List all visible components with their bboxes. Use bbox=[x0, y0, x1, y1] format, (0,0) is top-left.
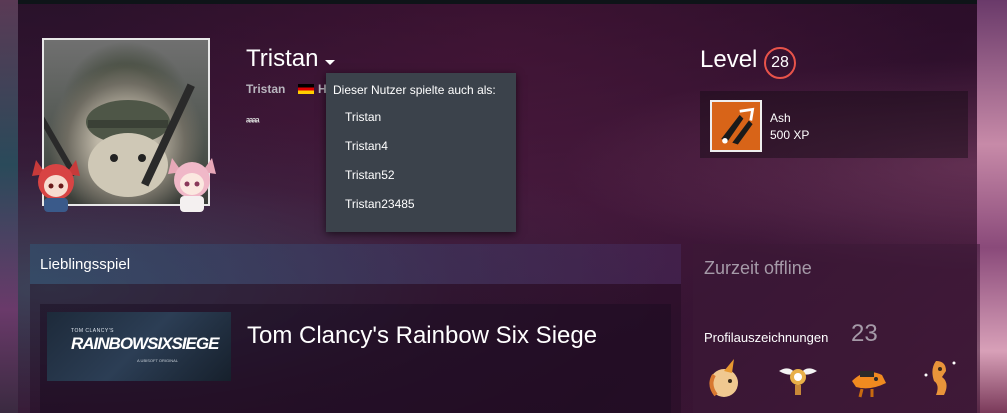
favorite-game-label: Lieblingsspiel bbox=[40, 256, 131, 273]
capsule-sub-text: A UBISOFT ORIGINAL bbox=[137, 358, 179, 363]
alias-item: Tristan bbox=[345, 110, 382, 124]
name-history-title: Dieser Nutzer spielte auch als: bbox=[333, 83, 496, 97]
online-status: Zurzeit offline bbox=[704, 258, 812, 278]
rainbow-six-ash-icon bbox=[710, 100, 762, 152]
unicorn-award-icon[interactable] bbox=[704, 355, 750, 401]
alias-item: Tristan23485 bbox=[345, 197, 415, 211]
level-badge[interactable]: 28 bbox=[764, 47, 796, 79]
avatar-frame-mascot-right-icon bbox=[168, 158, 216, 212]
level-label: Level bbox=[700, 46, 758, 73]
background-art-left bbox=[0, 0, 18, 413]
name-history-chevron-down-icon[interactable] bbox=[325, 60, 335, 65]
real-name: Tristan bbox=[246, 82, 286, 96]
badge-xp: 500 XP bbox=[770, 128, 810, 142]
favorite-game-title[interactable]: Tom Clancy's Rainbow Six Siege bbox=[247, 322, 597, 350]
creature-award-icon[interactable] bbox=[918, 355, 964, 401]
winged-award-icon[interactable] bbox=[775, 355, 821, 401]
dino-award-icon[interactable] bbox=[846, 355, 892, 401]
capsule-logo-text: RAINBOWSIXSIEGE bbox=[71, 334, 219, 353]
germany-flag-icon bbox=[298, 84, 314, 94]
persona-name[interactable]: Tristan bbox=[246, 45, 318, 73]
background-art-right bbox=[977, 0, 1007, 413]
profile-awards-label[interactable]: Profilauszeichnungen bbox=[704, 330, 828, 345]
badge-name: Ash bbox=[770, 111, 791, 125]
alias-item: Tristan52 bbox=[345, 168, 395, 182]
alias-item: Tristan4 bbox=[345, 139, 388, 153]
profile-summary: ᵃᵃᵃᵃ bbox=[246, 116, 260, 128]
game-capsule-image[interactable]: TOM CLANCY'S RAINBOWSIXSIEGE A UBISOFT O… bbox=[47, 312, 231, 381]
avatar-frame-mascot-left-icon bbox=[32, 160, 80, 212]
name-history-popup: Dieser Nutzer spielte auch als: Tristan … bbox=[326, 73, 516, 232]
profile-awards-count[interactable]: 23 bbox=[851, 320, 878, 348]
